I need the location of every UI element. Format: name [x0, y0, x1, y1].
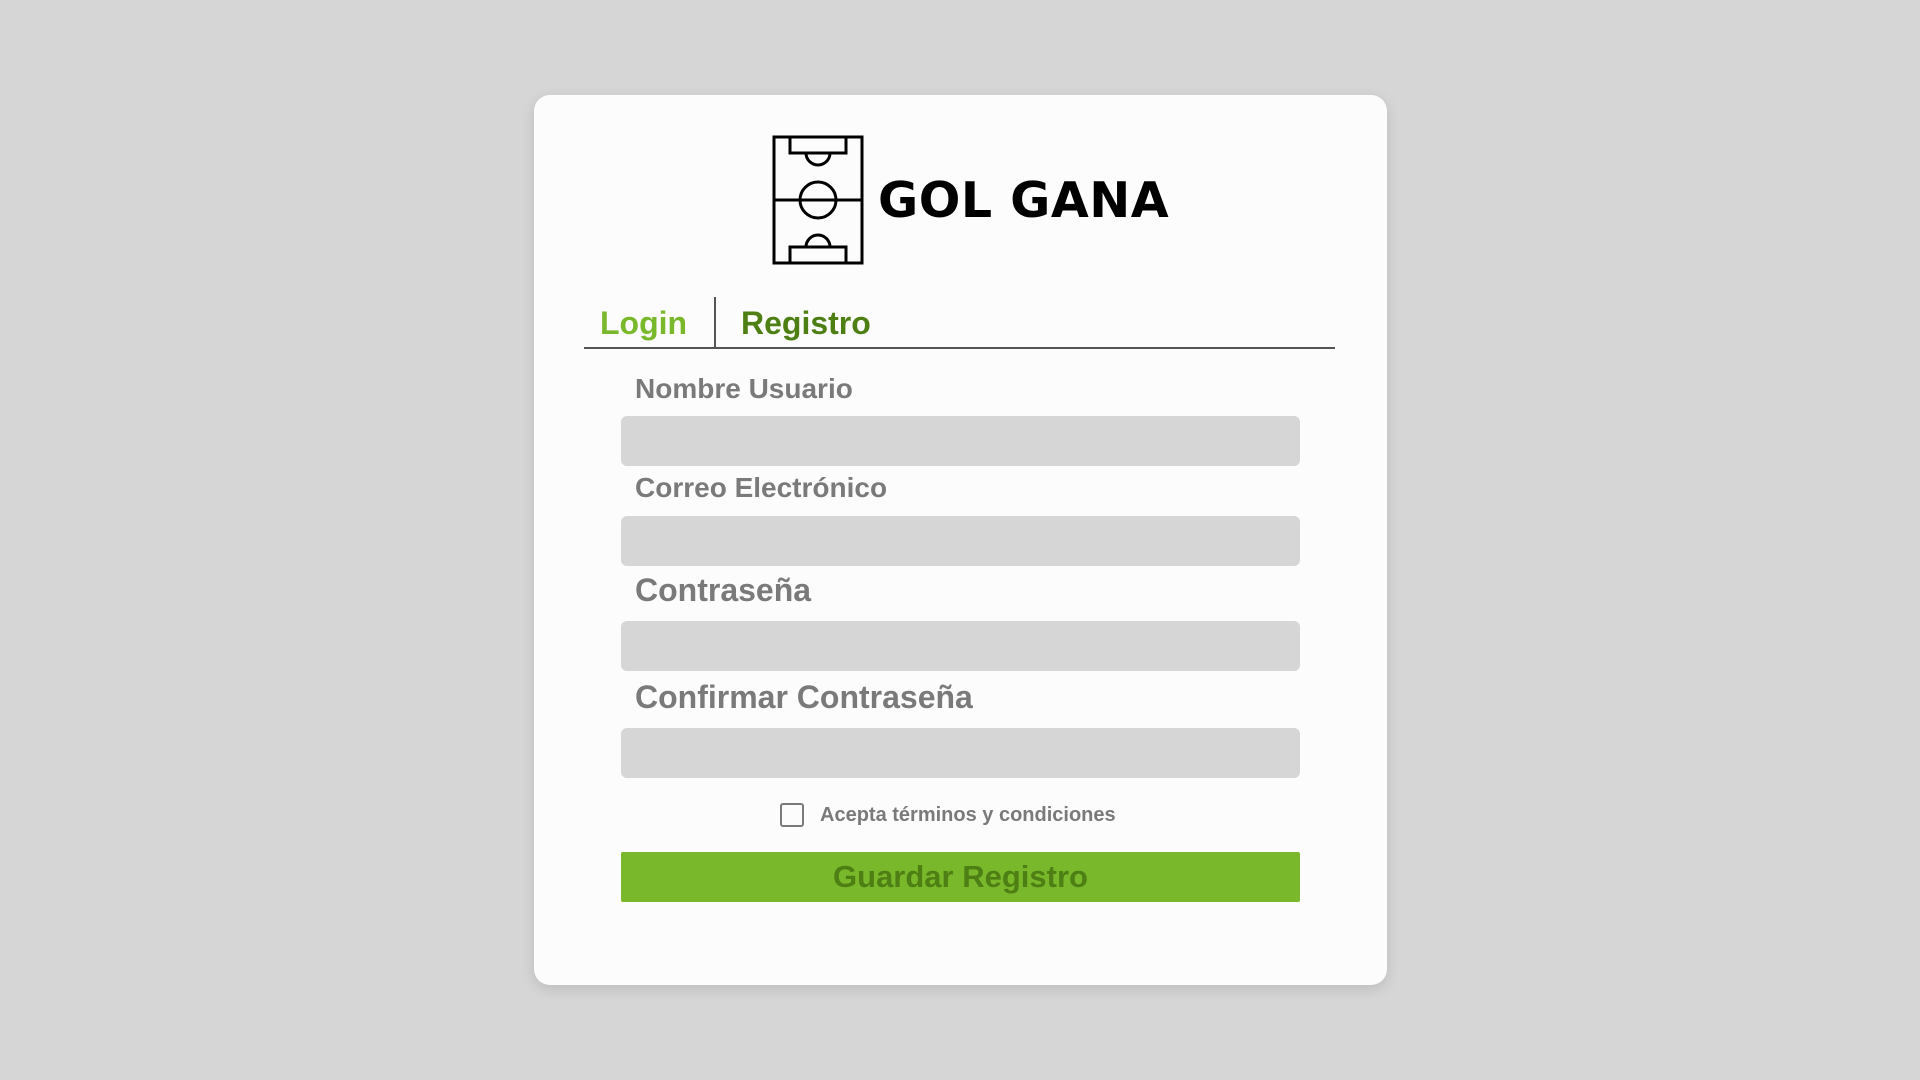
registration-card: GOL GANA Login Registro Nombre Usuario C…	[534, 95, 1387, 985]
terms-checkbox[interactable]	[780, 803, 804, 827]
email-input[interactable]	[621, 516, 1300, 566]
tab-login[interactable]: Login	[600, 305, 687, 342]
password-input[interactable]	[621, 621, 1300, 671]
brand-name: GOL GANA	[878, 171, 1170, 229]
email-label: Correo Electrónico	[635, 472, 888, 503]
brand-logo: GOL GANA	[772, 135, 1169, 265]
soccer-field-icon	[772, 135, 864, 265]
confirm-password-input[interactable]	[621, 728, 1300, 778]
username-label: Nombre Usuario	[635, 373, 853, 404]
password-label: Contraseña	[635, 572, 812, 608]
terms-label: Acepta términos y condiciones	[820, 803, 1116, 826]
save-registration-button[interactable]: Guardar Registro	[621, 852, 1300, 902]
tab-divider	[714, 297, 716, 349]
username-input[interactable]	[621, 416, 1300, 466]
auth-tabs: Login Registro	[584, 297, 1335, 349]
confirm-password-label: Confirmar Contraseña	[635, 679, 973, 715]
terms-row: Acepta términos y condiciones	[780, 803, 1116, 827]
tab-registro[interactable]: Registro	[741, 305, 871, 342]
